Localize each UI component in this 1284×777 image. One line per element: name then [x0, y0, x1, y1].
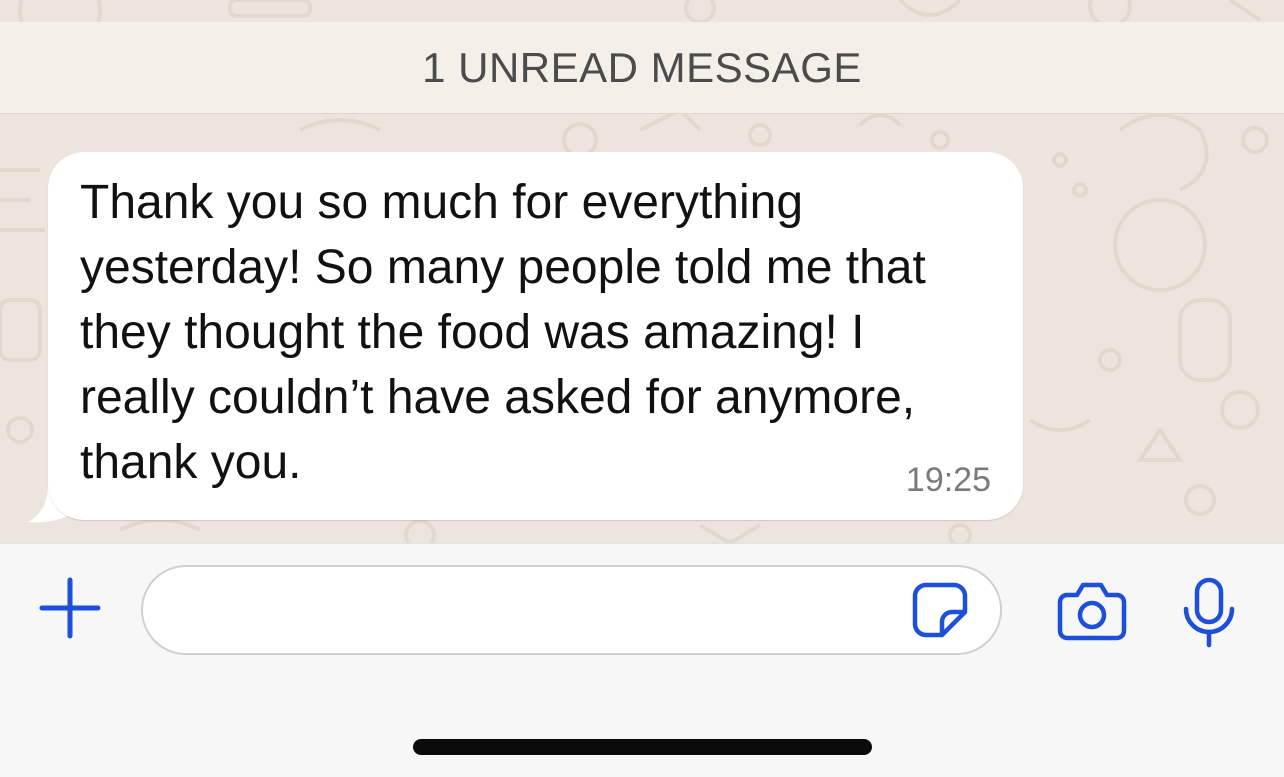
message-input[interactable] [171, 585, 901, 639]
message-text: Thank you so much for everything yesterd… [80, 176, 926, 489]
attach-button[interactable] [36, 574, 104, 642]
sticker-button[interactable] [911, 581, 969, 639]
message-timestamp: 19:25 [905, 461, 991, 499]
sticker-icon [912, 582, 968, 638]
camera-button[interactable] [1056, 580, 1128, 642]
home-indicator[interactable] [413, 739, 872, 755]
camera-icon [1057, 582, 1127, 641]
unread-messages-banner: 1 UNREAD MESSAGE [0, 22, 1284, 114]
unread-count-label: 1 UNREAD MESSAGE [422, 43, 862, 91]
chat-screen: 1 UNREAD MESSAGE Thank you so much for e… [0, 0, 1284, 777]
incoming-message-bubble[interactable]: Thank you so much for everything yesterd… [48, 152, 1023, 520]
chat-area[interactable]: 1 UNREAD MESSAGE Thank you so much for e… [0, 0, 1284, 543]
plus-icon [39, 577, 101, 639]
message-input-bar [0, 543, 1284, 777]
microphone-icon [1183, 577, 1235, 648]
voice-message-button[interactable] [1180, 576, 1238, 650]
message-field[interactable] [141, 565, 1002, 655]
